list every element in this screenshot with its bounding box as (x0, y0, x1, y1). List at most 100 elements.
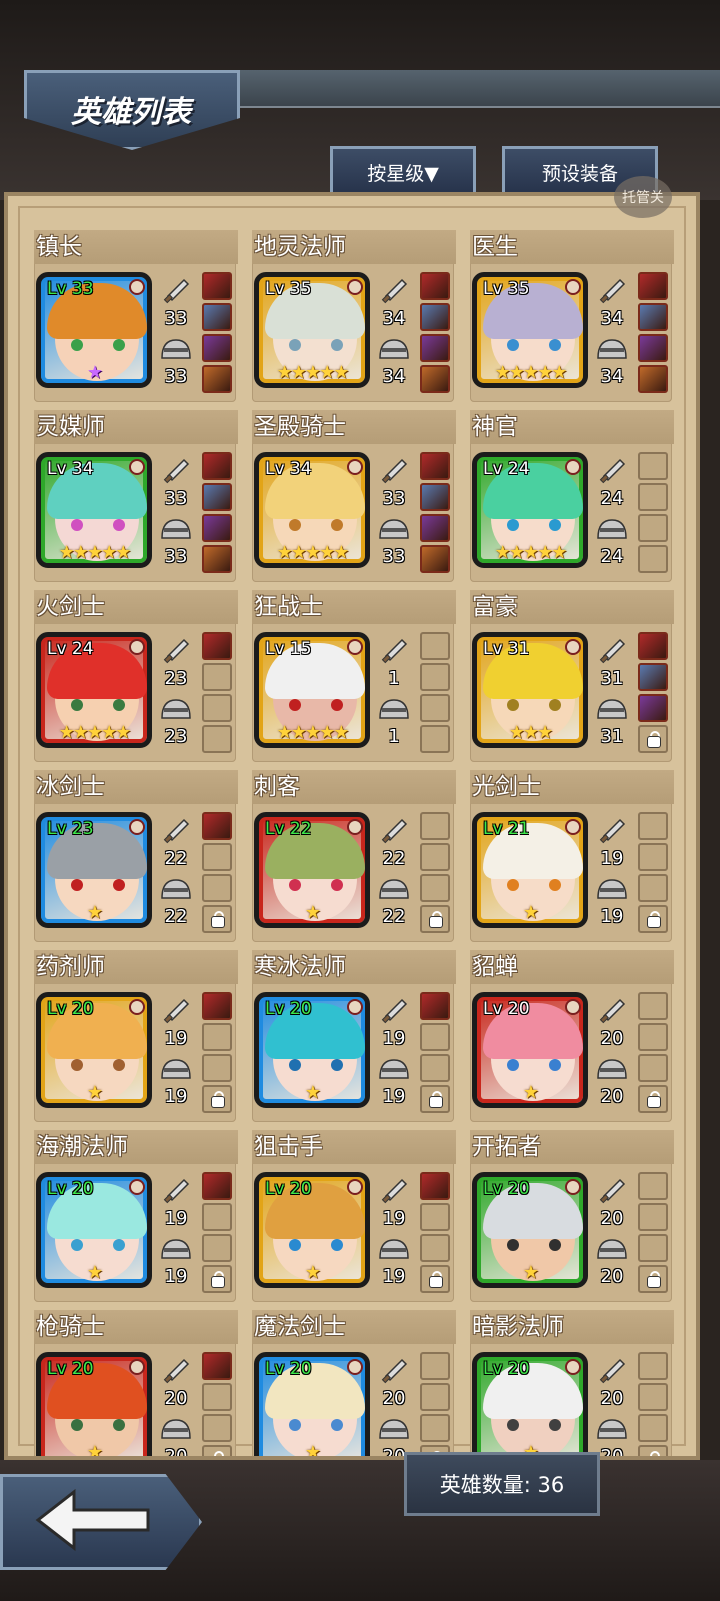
equipment-slot[interactable] (202, 632, 232, 660)
hero-portrait[interactable]: Lv 23 ★ (36, 812, 152, 928)
hero-portrait[interactable]: Lv 20 ★ (254, 1172, 370, 1288)
locked-slot-icon[interactable] (420, 1085, 450, 1113)
equipment-slot[interactable] (638, 334, 668, 362)
empty-equipment-slot[interactable] (638, 514, 668, 542)
hero-card[interactable]: 枪骑士 Lv 20 ★ 20 20 (34, 1310, 238, 1456)
hero-card[interactable]: 镇长 Lv 33 ★ 33 33 (34, 230, 238, 402)
equipment-slot[interactable] (638, 303, 668, 331)
empty-equipment-slot[interactable] (420, 1414, 450, 1442)
empty-equipment-slot[interactable] (638, 992, 668, 1020)
empty-equipment-slot[interactable] (202, 1383, 232, 1411)
empty-equipment-slot[interactable] (420, 1023, 450, 1051)
hero-card[interactable]: 冰剑士 Lv 23 ★ 22 22 (34, 770, 238, 942)
empty-equipment-slot[interactable] (638, 1234, 668, 1262)
hero-card[interactable]: 刺客 Lv 22 ★ 22 22 (252, 770, 456, 942)
equipment-slot[interactable] (638, 632, 668, 660)
locked-slot-icon[interactable] (202, 1265, 232, 1293)
empty-equipment-slot[interactable] (202, 1234, 232, 1262)
equipment-slot[interactable] (420, 545, 450, 573)
empty-equipment-slot[interactable] (420, 725, 450, 753)
hero-card[interactable]: 狙击手 Lv 20 ★ 19 19 (252, 1130, 456, 1302)
hero-card[interactable]: 寒冰法师 Lv 20 ★ 19 19 (252, 950, 456, 1122)
empty-equipment-slot[interactable] (420, 1203, 450, 1231)
hero-portrait[interactable]: Lv 15 ★★★★★ (254, 632, 370, 748)
equipment-slot[interactable] (638, 365, 668, 393)
empty-equipment-slot[interactable] (420, 694, 450, 722)
equipment-slot[interactable] (202, 545, 232, 573)
empty-equipment-slot[interactable] (420, 1054, 450, 1082)
empty-equipment-slot[interactable] (202, 874, 232, 902)
empty-equipment-slot[interactable] (638, 1383, 668, 1411)
hero-portrait[interactable]: Lv 34 ★★★★★ (254, 452, 370, 568)
empty-equipment-slot[interactable] (202, 1414, 232, 1442)
empty-equipment-slot[interactable] (638, 874, 668, 902)
hero-portrait[interactable]: Lv 34 ★★★★★ (36, 452, 152, 568)
hero-card[interactable]: 光剑士 Lv 21 ★ 19 19 (470, 770, 674, 942)
equipment-slot[interactable] (420, 483, 450, 511)
locked-slot-icon[interactable] (638, 905, 668, 933)
equipment-slot[interactable] (638, 663, 668, 691)
hero-portrait[interactable]: Lv 20 ★ (254, 992, 370, 1108)
equipment-slot[interactable] (420, 452, 450, 480)
equipment-slot[interactable] (420, 992, 450, 1020)
empty-equipment-slot[interactable] (638, 1203, 668, 1231)
hero-card[interactable]: 暗影法师Lv 20★2020 (470, 1310, 674, 1456)
hero-card[interactable]: 神官 Lv 24 ★★★★★ 24 24 (470, 410, 674, 582)
hero-portrait[interactable]: Lv 24 ★★★★★ (472, 452, 588, 568)
hero-card[interactable]: 貂蝉 Lv 20 ★ 20 20 (470, 950, 674, 1122)
hero-card[interactable]: 地灵法师 Lv 35 ★★★★★ 34 34 (252, 230, 456, 402)
equipment-slot[interactable] (202, 365, 232, 393)
empty-equipment-slot[interactable] (420, 632, 450, 660)
equipment-slot[interactable] (202, 992, 232, 1020)
hero-card[interactable]: 灵媒师 Lv 34 ★★★★★ 33 33 (34, 410, 238, 582)
hero-portrait[interactable]: Lv 22 ★ (254, 812, 370, 928)
equipment-slot[interactable] (420, 514, 450, 542)
hero-card[interactable]: 医生 Lv 35 ★★★★★ 34 34 (470, 230, 674, 402)
locked-slot-icon[interactable] (420, 905, 450, 933)
sort-by-star-button[interactable]: 按星级▼ (330, 146, 476, 195)
hero-portrait[interactable]: Lv 20 ★ (472, 992, 588, 1108)
equipment-slot[interactable] (202, 334, 232, 362)
equipment-slot[interactable] (420, 334, 450, 362)
equipment-slot[interactable] (202, 303, 232, 331)
locked-slot-icon[interactable] (638, 1085, 668, 1113)
hero-grid[interactable]: 镇长 Lv 33 ★ 33 33 地灵法师 Lv 35 ★★★★★ 34 34 医生 Lv 35 ★★★… (34, 230, 688, 1456)
equipment-slot[interactable] (202, 1172, 232, 1200)
empty-equipment-slot[interactable] (638, 1023, 668, 1051)
equipment-slot[interactable] (202, 812, 232, 840)
empty-equipment-slot[interactable] (202, 1054, 232, 1082)
empty-equipment-slot[interactable] (420, 1383, 450, 1411)
hero-portrait[interactable]: Lv 20 ★ (254, 1352, 370, 1456)
hero-portrait[interactable]: Lv 35 ★★★★★ (254, 272, 370, 388)
empty-equipment-slot[interactable] (638, 452, 668, 480)
empty-equipment-slot[interactable] (638, 1054, 668, 1082)
hero-card[interactable]: 狂战士 Lv 15 ★★★★★ 1 1 (252, 590, 456, 762)
equipment-slot[interactable] (638, 272, 668, 300)
equipment-slot[interactable] (420, 272, 450, 300)
auto-toggle-button[interactable]: 托管关 (614, 176, 672, 218)
hero-portrait[interactable]: Lv 21 ★ (472, 812, 588, 928)
equipment-slot[interactable] (638, 694, 668, 722)
empty-equipment-slot[interactable] (420, 1234, 450, 1262)
hero-portrait[interactable]: Lv 31 ★★★ (472, 632, 588, 748)
empty-equipment-slot[interactable] (420, 874, 450, 902)
empty-equipment-slot[interactable] (202, 1203, 232, 1231)
hero-card[interactable]: 富豪 Lv 31 ★★★ 31 31 (470, 590, 674, 762)
empty-equipment-slot[interactable] (202, 663, 232, 691)
hero-portrait[interactable]: Lv 20 ★ (472, 1352, 588, 1456)
hero-portrait[interactable]: Lv 33 ★ (36, 272, 152, 388)
equipment-slot[interactable] (202, 272, 232, 300)
locked-slot-icon[interactable] (638, 1445, 668, 1456)
locked-slot-icon[interactable] (202, 1445, 232, 1456)
empty-equipment-slot[interactable] (420, 812, 450, 840)
equipment-slot[interactable] (202, 483, 232, 511)
empty-equipment-slot[interactable] (638, 812, 668, 840)
hero-portrait[interactable]: Lv 20 ★ (36, 1352, 152, 1456)
hero-card[interactable]: 魔法剑士Lv 20★2020 (252, 1310, 456, 1456)
empty-equipment-slot[interactable] (638, 1414, 668, 1442)
empty-equipment-slot[interactable] (638, 1172, 668, 1200)
hero-card[interactable]: 开拓者 Lv 20 ★ 20 20 (470, 1130, 674, 1302)
empty-equipment-slot[interactable] (638, 483, 668, 511)
locked-slot-icon[interactable] (202, 1085, 232, 1113)
empty-equipment-slot[interactable] (202, 843, 232, 871)
